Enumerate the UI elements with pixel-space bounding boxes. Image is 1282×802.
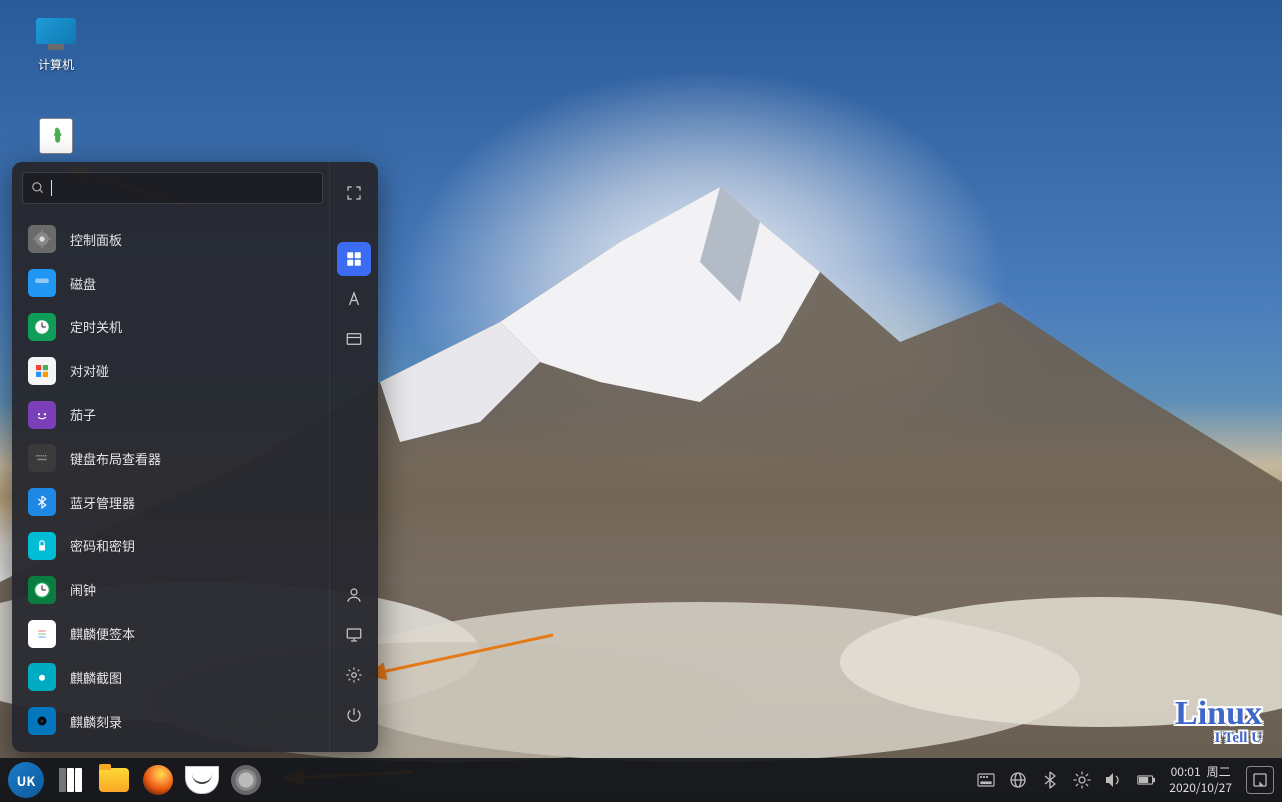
passwords-icon (28, 532, 56, 560)
taskbar-firefox[interactable] (140, 762, 176, 798)
app-label: 定时关机 (70, 317, 122, 336)
side-grid-view[interactable] (337, 242, 371, 276)
side-user[interactable] (337, 578, 371, 612)
taskbar-settings[interactable] (228, 762, 264, 798)
app-item-alarm[interactable]: 闹钟 (22, 569, 323, 611)
notes-icon (28, 620, 56, 648)
notification-button[interactable] (1246, 766, 1274, 794)
app-label: 茄子 (70, 405, 96, 424)
kylin-icon (185, 766, 219, 794)
tray-battery-icon[interactable] (1137, 771, 1155, 789)
bluetooth-icon (28, 488, 56, 516)
app-label: 麒麟截图 (70, 668, 122, 687)
clock[interactable]: 00:01 周二 2020/10/27 (1169, 764, 1232, 795)
clock-time: 00:01 (1171, 764, 1201, 780)
start-menu-main: 控制面板磁盘定时关机对对碰茄子键盘布局查看器蓝牙管理器密码和密钥闹钟麒麟便签本麒… (12, 162, 329, 752)
eggplant-icon (28, 401, 56, 429)
side-expand[interactable] (337, 176, 371, 210)
app-label: 闹钟 (70, 580, 96, 599)
app-label: 键盘布局查看器 (70, 449, 161, 468)
app-item-disk[interactable]: 磁盘 (22, 262, 323, 304)
burner-icon (28, 707, 56, 735)
app-label: 麒麟便签本 (70, 624, 135, 643)
app-item-match-game[interactable]: 对对碰 (22, 350, 323, 392)
search-input[interactable] (22, 172, 323, 204)
desktop-icon-label: 计算机 (38, 56, 74, 73)
app-item-burner[interactable]: 麒麟刻录 (22, 700, 323, 742)
keyboard-layout-icon (28, 444, 56, 472)
app-list: 控制面板磁盘定时关机对对碰茄子键盘布局查看器蓝牙管理器密码和密钥闹钟麒麟便签本麒… (22, 218, 323, 742)
app-label: 对对碰 (70, 361, 109, 380)
control-panel-icon (28, 225, 56, 253)
desktop-icon-trash[interactable] (20, 118, 92, 154)
app-item-passwords[interactable]: 密码和密钥 (22, 525, 323, 567)
computer-icon (36, 18, 76, 50)
tray-network-icon[interactable] (1009, 771, 1027, 789)
tray-volume-icon[interactable] (1105, 771, 1123, 789)
tray-brightness-icon[interactable] (1073, 771, 1091, 789)
taskbar: UK 00:01 周二 2020/10/27 (0, 758, 1282, 802)
app-item-keyboard-layout[interactable]: 键盘布局查看器 (22, 437, 323, 479)
side-alpha-view[interactable] (337, 282, 371, 316)
search-icon (31, 181, 45, 195)
clock-date: 2020/10/27 (1169, 780, 1232, 796)
app-label: 密码和密钥 (70, 536, 135, 555)
side-settings[interactable] (337, 658, 371, 692)
clock-day: 周二 (1207, 764, 1231, 780)
app-label: 蓝牙管理器 (70, 493, 135, 512)
gear-icon (231, 765, 261, 795)
app-item-screenshot[interactable]: 麒麟截图 (22, 656, 323, 698)
watermark: Linux I Tell U (1175, 699, 1262, 747)
shutdown-timer-icon (28, 313, 56, 341)
match-game-icon (28, 357, 56, 385)
alarm-icon (28, 576, 56, 604)
app-item-shutdown-timer[interactable]: 定时关机 (22, 306, 323, 348)
side-computer-side[interactable] (337, 618, 371, 652)
folder-icon (99, 768, 129, 792)
app-item-control-panel[interactable]: 控制面板 (22, 218, 323, 260)
taskbar-files[interactable] (96, 762, 132, 798)
trash-icon (39, 118, 73, 154)
start-menu-sidebar (329, 162, 378, 752)
app-label: 磁盘 (70, 274, 96, 293)
system-tray: 00:01 周二 2020/10/27 (977, 764, 1274, 795)
start-menu: 控制面板磁盘定时关机对对碰茄子键盘布局查看器蓝牙管理器密码和密钥闹钟麒麟便签本麒… (12, 162, 378, 752)
side-power[interactable] (337, 698, 371, 732)
screenshot-icon (28, 663, 56, 691)
tray-bluetooth-icon[interactable] (1041, 771, 1059, 789)
firefox-icon (143, 765, 173, 795)
taskbar-kylin[interactable] (184, 762, 220, 798)
app-label: 控制面板 (70, 230, 122, 249)
disk-icon (28, 269, 56, 297)
app-item-eggplant[interactable]: 茄子 (22, 394, 323, 436)
task-view-icon (59, 768, 82, 792)
desktop-icon-computer[interactable]: 计算机 (20, 18, 92, 73)
desktop[interactable]: 计算机 Linux I Tell U 控制面板磁盘定时关机对对碰茄子键盘布局查看… (0, 0, 1282, 802)
task-view-button[interactable] (52, 762, 88, 798)
app-item-bluetooth[interactable]: 蓝牙管理器 (22, 481, 323, 523)
app-item-notes[interactable]: 麒麟便签本 (22, 613, 323, 655)
tray-keyboard-icon[interactable] (977, 771, 995, 789)
app-label: 麒麟刻录 (70, 712, 122, 731)
start-button[interactable]: UK (8, 762, 44, 798)
side-card-view[interactable] (337, 322, 371, 356)
